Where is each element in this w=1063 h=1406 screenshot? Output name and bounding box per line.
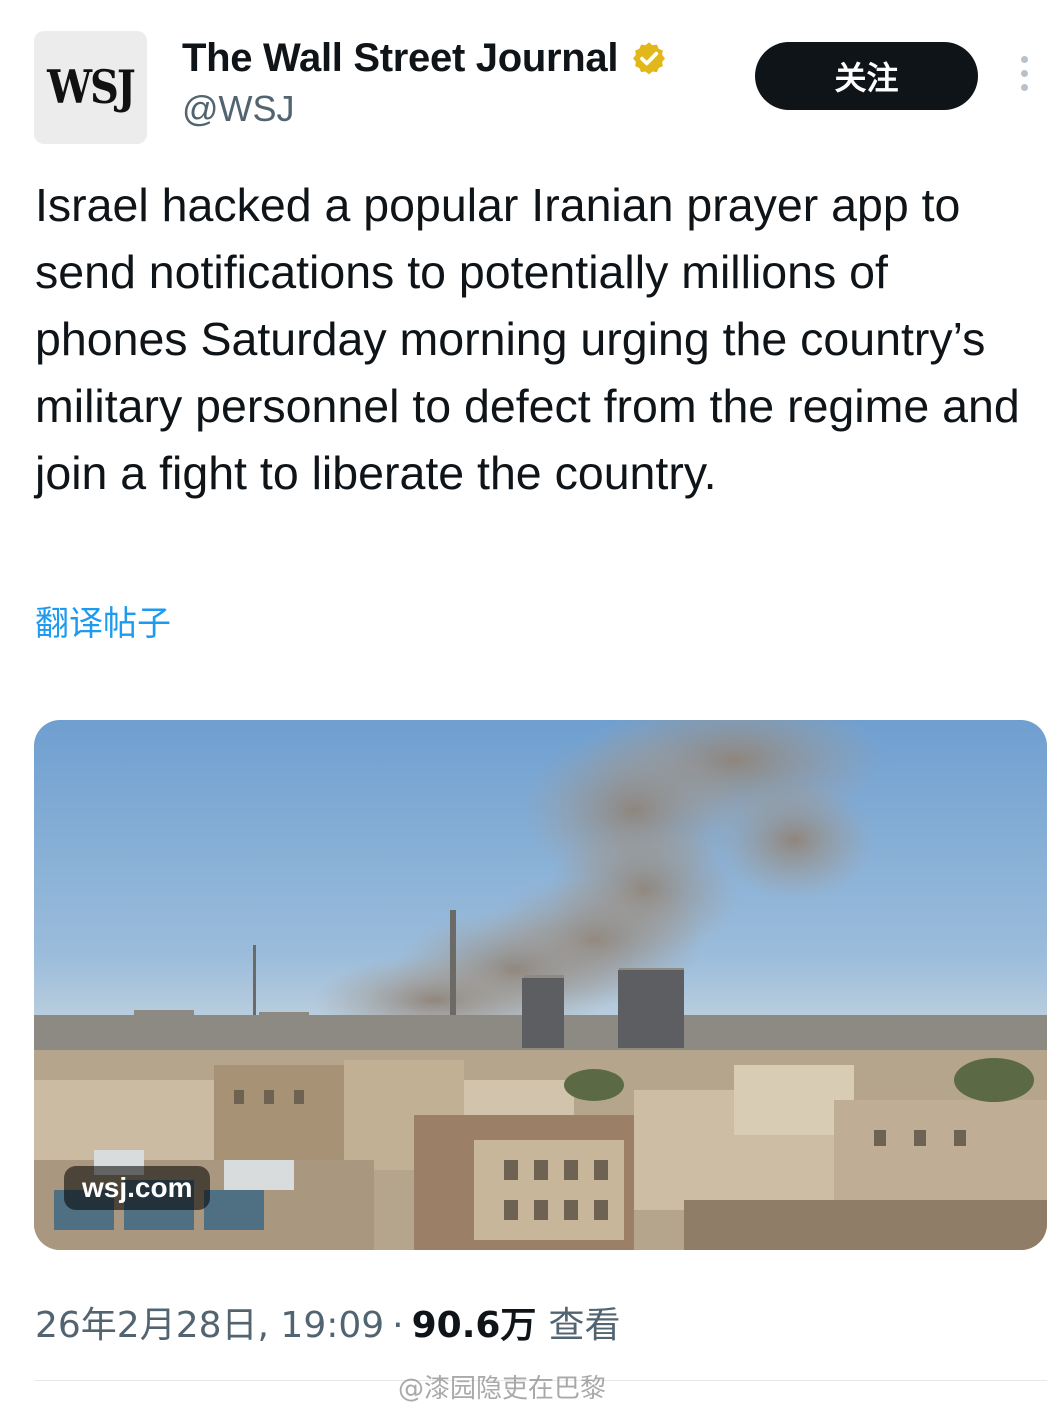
verified-badge-icon <box>633 41 666 74</box>
views-count[interactable]: 90.6万 <box>412 1296 537 1348</box>
views-label: 查看 <box>548 1305 621 1346</box>
media-source-caption[interactable]: wsj.com <box>64 1166 211 1210</box>
meta-separator: · <box>392 1305 404 1346</box>
avatar-logo-text: WSJ <box>47 60 136 115</box>
tweet-metadata: 26年2月28日, 19:09 · 90.6万 查看 <box>35 1296 620 1348</box>
tweet-timestamp[interactable]: 26年2月28日, 19:09 <box>35 1296 384 1348</box>
author-name-row: The Wall Street Journal <box>182 36 668 81</box>
translate-post-link[interactable]: 翻译帖子 <box>35 596 171 645</box>
weibo-watermark: @漆园隐吏在巴黎 <box>398 1374 607 1404</box>
more-vertical-icon[interactable] <box>1012 56 1036 100</box>
author-name[interactable]: The Wall Street Journal <box>182 36 618 81</box>
avatar[interactable]: WSJ <box>34 31 147 144</box>
author-handle[interactable]: @WSJ <box>182 88 295 130</box>
follow-button[interactable]: 关注 <box>755 42 978 110</box>
tweet-text: Israel hacked a popular Iranian prayer a… <box>35 179 1020 499</box>
